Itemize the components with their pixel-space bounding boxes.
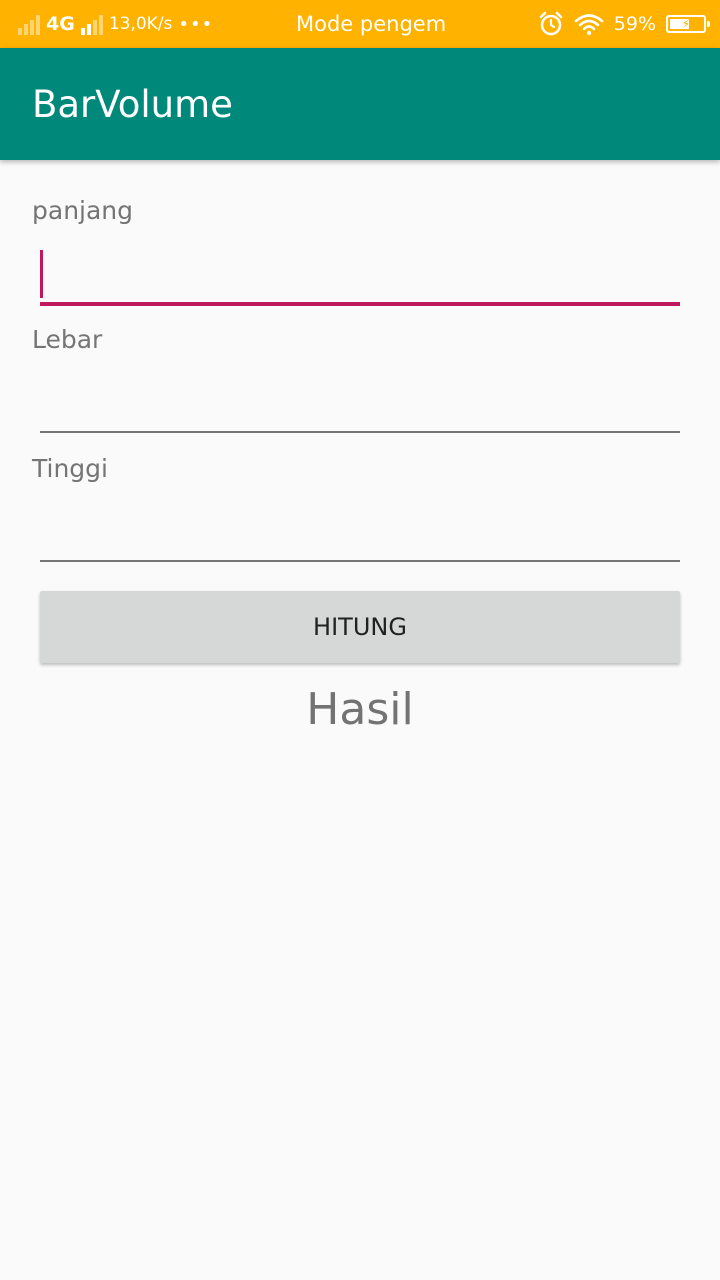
- tinggi-input[interactable]: [40, 509, 680, 559]
- panjang-label: panjang: [32, 196, 134, 225]
- status-bar: 4G 13,0K/s ••• Mode pengembang 59% ⚡: [0, 0, 720, 48]
- tinggi-input-underline: [40, 560, 680, 562]
- app-title: BarVolume: [32, 82, 233, 126]
- lebar-input-underline: [40, 431, 680, 433]
- signal-icon: [18, 13, 40, 35]
- lebar-label: Lebar: [32, 325, 103, 354]
- status-bar-right: 59% ⚡: [538, 0, 710, 48]
- net-speed: 13,0K/s: [108, 14, 173, 34]
- notification-text: Mode pengembang: [296, 12, 448, 36]
- text-cursor: [40, 250, 43, 298]
- panjang-input[interactable]: [40, 252, 680, 302]
- hitung-button[interactable]: HITUNG: [40, 591, 680, 663]
- panjang-input-underline: [40, 302, 680, 306]
- network-type: 4G: [46, 13, 75, 35]
- result-text: Hasil: [306, 684, 414, 735]
- tinggi-label: Tinggi: [32, 454, 108, 483]
- charging-bolt-icon: ⚡: [681, 17, 691, 31]
- battery-charging-icon: ⚡: [666, 15, 710, 33]
- lebar-input[interactable]: [40, 380, 680, 430]
- status-bar-left: 4G 13,0K/s •••: [18, 0, 213, 48]
- signal-icon: [80, 13, 103, 35]
- battery-percent: 59%: [613, 13, 656, 35]
- more-notifications-icon: •••: [178, 13, 214, 35]
- wifi-icon: [574, 14, 604, 36]
- alarm-clock-icon: [539, 11, 563, 36]
- app-bar: BarVolume: [0, 48, 720, 160]
